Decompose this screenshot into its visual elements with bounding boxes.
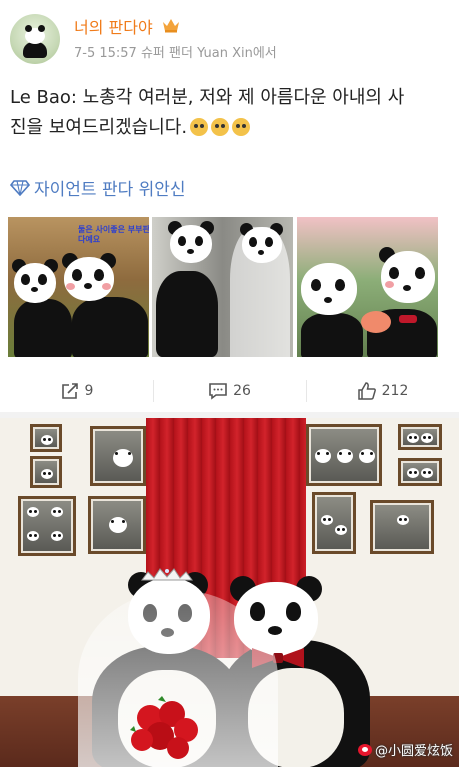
comment-count: 26 (233, 383, 251, 399)
photo-frame (18, 496, 76, 556)
post-text: Le Bao: 노총각 여러분, 저와 제 아름다운 아내의 사 진을 보여드리… (10, 83, 450, 143)
like-button[interactable]: 212 (306, 370, 459, 412)
photo-frame (30, 424, 62, 452)
photo-frame (312, 492, 356, 554)
thumbnail-3[interactable] (297, 217, 438, 357)
topic-link[interactable]: 자이언트 판다 위안신 (10, 175, 186, 200)
rose-bouquet-icon (130, 696, 198, 759)
photo-frame (306, 424, 382, 486)
topic-label: 자이언트 판다 위안신 (34, 180, 186, 200)
weibo-watermark: @小圆爱炫饭 (357, 740, 453, 759)
photo-frame (370, 500, 434, 554)
thumbnail-caption: 둘은 사이좋은 부부판다예요 (78, 225, 149, 244)
groom-eye (286, 602, 301, 621)
vip-crown-icon (163, 19, 179, 33)
like-icon (357, 382, 376, 400)
groom-nose (268, 626, 282, 635)
diamond-topic-icon (10, 179, 30, 196)
tiara-icon (141, 568, 193, 581)
groom-eye (250, 602, 265, 621)
watermark-text: @小圆爱炫饭 (374, 744, 453, 759)
photo-frame (88, 496, 146, 554)
post-meta: 7-5 15:57 슈퍼 팬더 Yuan Xin에서 (74, 46, 277, 61)
post-text-line-1: Le Bao: 노총각 여러분, 저와 제 아름다운 아내의 사 (10, 87, 405, 108)
post-actions-bar: 9 26 212 (0, 370, 459, 412)
thumbnail-1[interactable]: 둘은 사이좋은 부부판다예요 (8, 217, 149, 357)
doge-emoji-icon (190, 118, 209, 136)
post-text-line-2: 진을 보여드리겠습니다. (10, 113, 450, 143)
comment-icon (209, 383, 227, 400)
weibo-logo-icon (357, 743, 372, 756)
photo-frame (398, 424, 442, 450)
photo-frame (30, 456, 62, 488)
wedding-photo[interactable]: @小圆爱炫饭 (0, 418, 459, 767)
like-count: 212 (381, 383, 409, 399)
avatar[interactable] (10, 14, 60, 64)
repost-count: 9 (84, 383, 94, 399)
weibo-post-card: 너의 판다야 7-5 15:57 슈퍼 팬더 Yuan Xin에서 Le Bao… (0, 0, 459, 412)
thumbnail-2[interactable] (152, 217, 293, 357)
photo-frame (398, 458, 442, 486)
repost-button[interactable]: 9 (0, 370, 153, 412)
username[interactable]: 너의 판다야 (74, 14, 153, 38)
photo-frame (90, 426, 146, 486)
doge-emoji-icon (211, 118, 230, 136)
repost-icon (61, 383, 78, 399)
doge-emoji-icon (232, 118, 251, 136)
comment-button[interactable]: 26 (153, 370, 306, 412)
